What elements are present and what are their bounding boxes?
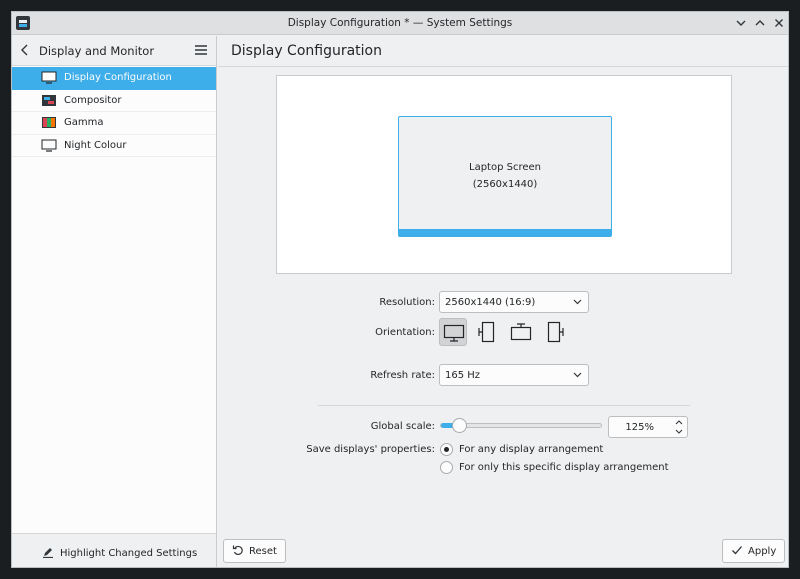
global-scale-slider-handle[interactable] — [452, 418, 467, 433]
portrait-right-monitor-icon — [547, 321, 564, 343]
sidebar-item-night-colour[interactable]: Night Colour — [12, 135, 216, 157]
spin-arrows-icon[interactable] — [674, 418, 684, 436]
highlight-changed-settings-label: Highlight Changed Settings — [60, 547, 198, 559]
compositor-icon — [41, 94, 57, 107]
orientation-inverted-button[interactable] — [507, 318, 535, 346]
back-arrow-icon[interactable] — [18, 42, 32, 58]
close-icon[interactable] — [771, 15, 787, 31]
sidebar: Display and Monitor Display Configuratio… — [12, 36, 217, 567]
save-properties-label: Save displays' properties: — [306, 444, 435, 455]
resolution-value: 2560x1440 (16:9) — [445, 297, 536, 308]
output-name: Laptop Screen — [469, 162, 541, 173]
inverted-monitor-icon — [510, 323, 532, 341]
chevron-down-icon — [573, 370, 582, 379]
sidebar-item-label: Display Configuration — [64, 72, 172, 83]
resolution-label: Resolution: — [379, 297, 435, 308]
output-selected-bar — [399, 229, 611, 236]
refresh-rate-label: Refresh rate: — [370, 370, 435, 381]
sidebar-item-label: Gamma — [64, 117, 104, 128]
global-scale-value: 125% — [625, 422, 654, 433]
chevron-down-icon — [573, 297, 582, 306]
minimize-icon[interactable] — [733, 15, 749, 31]
refresh-rate-combobox[interactable]: 165 Hz — [439, 364, 589, 386]
orientation-label: Orientation: — [375, 327, 435, 338]
night-colour-icon — [41, 139, 57, 152]
landscape-monitor-icon — [443, 324, 465, 342]
sidebar-title: Display and Monitor — [39, 44, 155, 58]
global-scale-spinbox[interactable]: 125% — [608, 416, 688, 438]
checkmark-icon — [731, 544, 743, 559]
highlight-changed-settings-button[interactable]: Highlight Changed Settings — [42, 544, 197, 562]
laptop-screen-output[interactable]: Laptop Screen (2560x1440) — [398, 116, 612, 237]
resolution-combobox[interactable]: 2560x1440 (16:9) — [439, 291, 589, 313]
title-bar: Display Configuration * — System Setting… — [12, 12, 788, 35]
portrait-left-monitor-icon — [478, 321, 495, 343]
orientation-landscape-button[interactable] — [439, 318, 467, 346]
sidebar-list: Display Configuration Compositor Gamma N… — [12, 67, 216, 157]
reset-button[interactable]: Reset — [223, 539, 286, 563]
reset-label: Reset — [249, 545, 277, 557]
radio-any-arrangement-label[interactable]: For any display arrangement — [459, 444, 603, 455]
page-title: Display Configuration — [231, 43, 382, 59]
sidebar-item-display-configuration[interactable]: Display Configuration — [12, 67, 216, 90]
gamma-icon — [41, 116, 57, 129]
display-arrangement-preview: Laptop Screen (2560x1440) — [276, 75, 732, 274]
sidebar-footer: Highlight Changed Settings — [12, 533, 216, 567]
output-resolution: (2560x1440) — [472, 179, 538, 190]
radio-any-arrangement[interactable] — [440, 443, 453, 456]
orientation-portrait-right-button[interactable] — [541, 318, 569, 346]
orientation-portrait-left-button[interactable] — [473, 318, 501, 346]
hamburger-menu-icon[interactable] — [194, 44, 208, 56]
main-content: Display Configuration Laptop Screen (256… — [218, 36, 788, 567]
radio-specific-arrangement[interactable] — [440, 461, 453, 474]
system-settings-window: Display Configuration * — System Setting… — [11, 11, 789, 568]
sidebar-item-compositor[interactable]: Compositor — [12, 90, 216, 112]
sidebar-header: Display and Monitor — [12, 36, 216, 66]
window-title: Display Configuration * — System Setting… — [287, 17, 513, 29]
global-scale-label: Global scale: — [370, 421, 435, 432]
apply-label: Apply — [748, 545, 777, 557]
monitor-icon — [41, 71, 57, 84]
reset-undo-icon — [232, 544, 244, 559]
highlighter-icon — [42, 546, 54, 561]
radio-specific-arrangement-label[interactable]: For only this specific display arrangeme… — [459, 462, 669, 473]
sidebar-item-label: Night Colour — [64, 139, 127, 151]
sidebar-item-gamma[interactable]: Gamma — [12, 112, 216, 135]
apply-button[interactable]: Apply — [722, 539, 786, 563]
refresh-rate-value: 165 Hz — [445, 370, 481, 381]
main-header: Display Configuration — [218, 36, 788, 67]
sidebar-item-label: Compositor — [64, 94, 122, 106]
maximize-icon[interactable] — [752, 15, 768, 31]
section-separator — [318, 405, 690, 406]
